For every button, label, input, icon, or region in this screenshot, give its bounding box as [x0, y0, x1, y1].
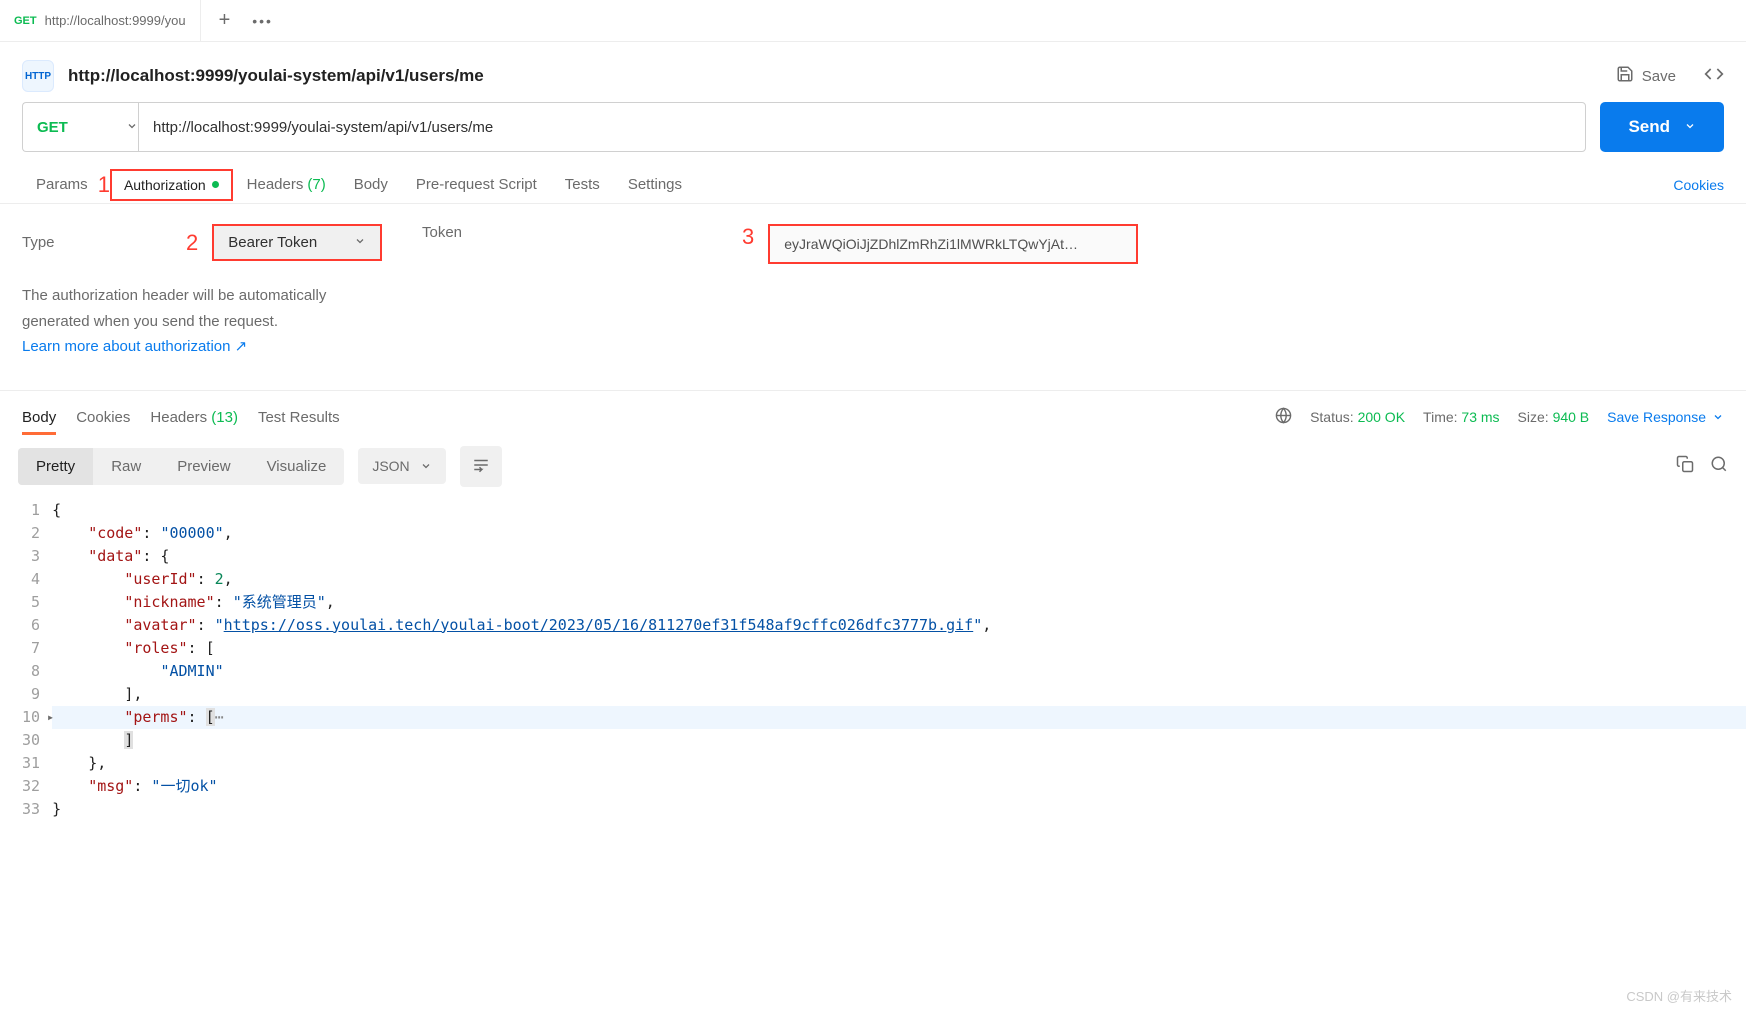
- line-gutter: 1 2 3 4 5 6 7 8 9 10▸ 30 31 32 33: [0, 499, 52, 821]
- save-icon: [1616, 65, 1634, 87]
- send-button[interactable]: Send: [1600, 102, 1724, 152]
- auth-learn-more-link[interactable]: Learn more about authorization ↗: [22, 338, 247, 355]
- size-block: Size: 940 B: [1518, 409, 1590, 425]
- tab-params[interactable]: Params: [22, 166, 102, 203]
- auth-type-value: Bearer Token: [228, 234, 317, 251]
- code-icon[interactable]: [1704, 64, 1724, 89]
- annotation-1: 1: [98, 172, 110, 198]
- auth-desc-1: The authorization header will be automat…: [22, 287, 326, 304]
- save-button[interactable]: Save: [1616, 65, 1676, 87]
- token-input[interactable]: eyJraWQiOiJjZDhlZmRhZi1lMWRkLTQwYjAt…: [768, 224, 1138, 264]
- http-icon: HTTP: [22, 60, 54, 92]
- cookies-link[interactable]: Cookies: [1673, 177, 1724, 193]
- auth-desc-2: generated when you send the request.: [22, 313, 278, 330]
- view-pretty[interactable]: Pretty: [18, 448, 93, 485]
- tab-authorization-label: Authorization: [124, 177, 206, 193]
- tab-title: http://localhost:9999/you: [45, 13, 186, 28]
- tab-body[interactable]: Body: [340, 166, 402, 203]
- request-tab[interactable]: GET http://localhost:9999/you: [0, 0, 201, 41]
- view-mode-tabs: Pretty Raw Preview Visualize: [18, 448, 344, 485]
- url-row: GET http://localhost:9999/youlai-system/…: [0, 102, 1746, 166]
- tab-tests[interactable]: Tests: [551, 166, 614, 203]
- annotation-2: 2: [186, 230, 198, 256]
- time-block: Time: 73 ms: [1423, 409, 1500, 425]
- resp-tab-tests[interactable]: Test Results: [258, 401, 340, 434]
- fold-arrow-icon[interactable]: ▸: [47, 708, 54, 727]
- status-block: Status: 200 OK: [1310, 409, 1405, 425]
- auth-panel: Type 2 Bearer Token The authorization he…: [0, 204, 1746, 391]
- auth-type-select[interactable]: Bearer Token: [212, 224, 382, 261]
- tab-controls: + •••: [201, 9, 291, 32]
- tab-method: GET: [14, 15, 37, 27]
- tab-authorization[interactable]: Authorization: [110, 169, 233, 201]
- code-source: { "code": "00000", "data": { "userId": 2…: [52, 499, 1746, 821]
- request-name: http://localhost:9999/youlai-system/api/…: [68, 66, 1616, 86]
- url-input[interactable]: http://localhost:9999/youlai-system/api/…: [138, 102, 1586, 152]
- search-icon[interactable]: [1710, 455, 1728, 478]
- request-header: HTTP http://localhost:9999/youlai-system…: [0, 42, 1746, 102]
- send-label: Send: [1628, 117, 1670, 137]
- tab-menu-icon[interactable]: •••: [252, 13, 273, 29]
- view-visualize[interactable]: Visualize: [249, 448, 345, 485]
- format-select[interactable]: JSON: [358, 448, 445, 484]
- chevron-down-icon: [126, 119, 138, 136]
- watermark: CSDN @有来技术: [1626, 986, 1732, 1005]
- token-label: Token: [422, 224, 742, 241]
- method-value: GET: [37, 119, 68, 136]
- view-preview[interactable]: Preview: [159, 448, 248, 485]
- response-tabs: Body Cookies Headers (13) Test Results S…: [0, 391, 1746, 434]
- tab-prerequest[interactable]: Pre-request Script: [402, 166, 551, 203]
- chevron-down-icon: [1684, 120, 1696, 135]
- annotation-3: 3: [742, 224, 754, 250]
- auth-type-label: Type: [22, 234, 172, 251]
- copy-icon[interactable]: [1676, 455, 1694, 478]
- chevron-down-icon: [354, 234, 366, 251]
- resp-tab-headers[interactable]: Headers (13): [150, 401, 238, 434]
- resp-tab-cookies[interactable]: Cookies: [76, 401, 130, 434]
- resp-tab-body[interactable]: Body: [22, 401, 56, 434]
- wrap-icon[interactable]: [460, 446, 502, 487]
- active-dot-icon: [212, 181, 219, 188]
- method-select[interactable]: GET: [22, 102, 152, 152]
- tab-settings[interactable]: Settings: [614, 166, 696, 203]
- tab-bar: GET http://localhost:9999/you + •••: [0, 0, 1746, 42]
- tab-headers[interactable]: Headers (7): [233, 166, 340, 203]
- save-response-button[interactable]: Save Response: [1607, 409, 1724, 425]
- new-tab-icon[interactable]: +: [219, 9, 231, 32]
- request-tabs: Params 1 Authorization Headers (7) Body …: [0, 166, 1746, 204]
- view-toolbar: Pretty Raw Preview Visualize JSON: [0, 434, 1746, 499]
- response-body[interactable]: 1 2 3 4 5 6 7 8 9 10▸ 30 31 32 33 { "cod…: [0, 499, 1746, 831]
- globe-icon[interactable]: [1275, 407, 1292, 427]
- view-raw[interactable]: Raw: [93, 448, 159, 485]
- save-label: Save: [1642, 68, 1676, 85]
